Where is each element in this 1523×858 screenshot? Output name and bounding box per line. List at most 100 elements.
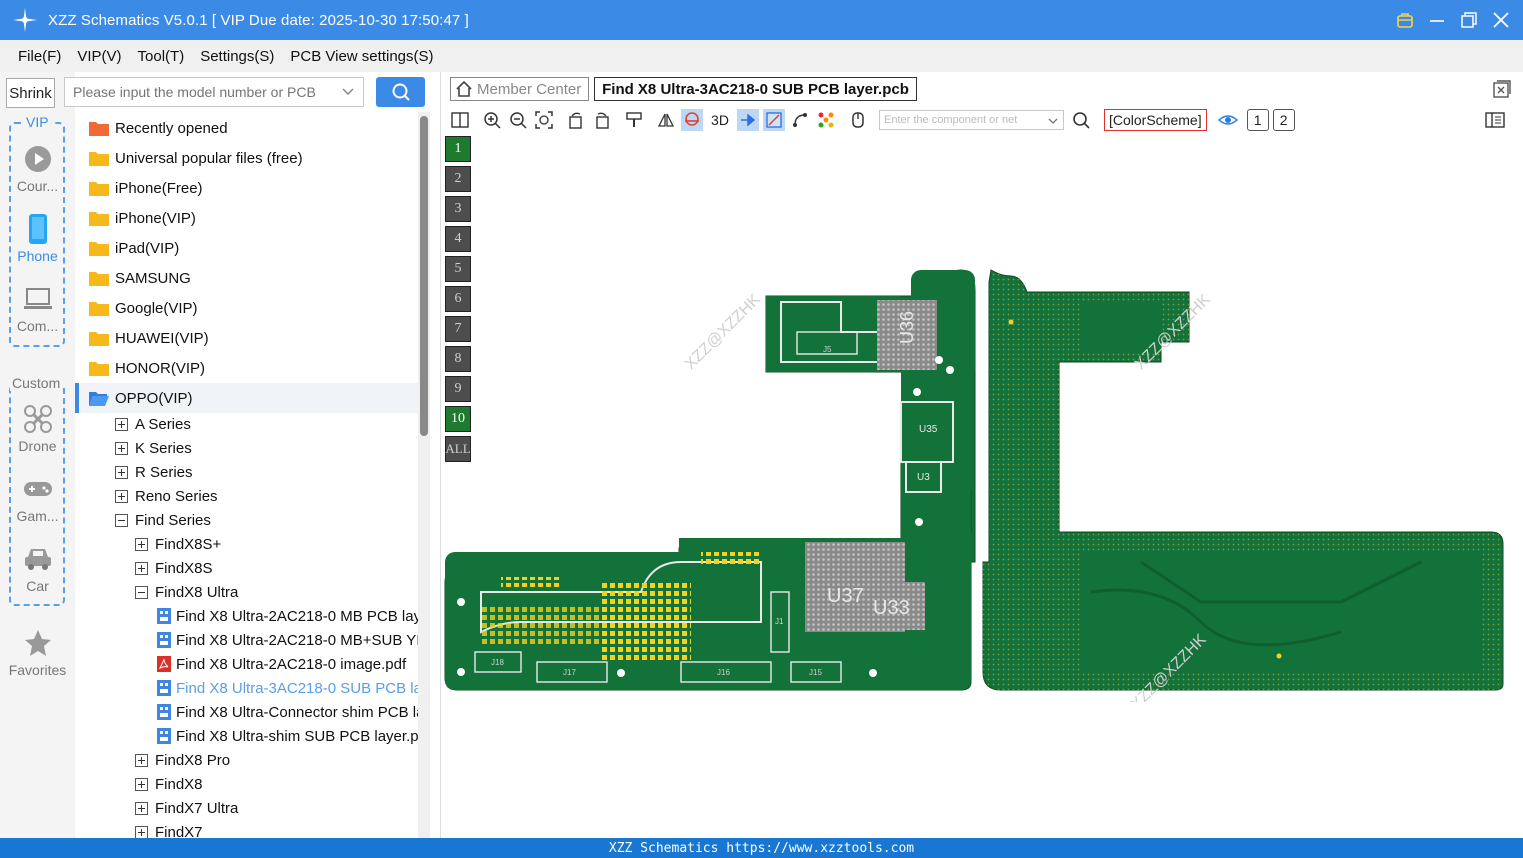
tree-category[interactable]: iPhone(VIP)	[75, 203, 418, 233]
zoom-out-icon[interactable]	[507, 109, 529, 131]
layer-button-2[interactable]: 2	[445, 166, 471, 192]
tree-label: FindX7	[155, 823, 203, 839]
pcb-canvas[interactable]: U36 U35 U3 U37 U33 J5 J17 J18 J16 J15 J1	[441, 262, 1523, 702]
eye-icon[interactable]	[1217, 109, 1239, 131]
board-outline-icon[interactable]	[763, 109, 785, 131]
layer-button-1[interactable]: 1	[445, 136, 471, 162]
component-search-icon[interactable]	[1070, 109, 1092, 131]
expand-icon[interactable]	[135, 777, 148, 791]
collapse-icon[interactable]	[135, 585, 148, 599]
tree-node[interactable]: Find Series	[75, 508, 418, 532]
tree-file[interactable]: Find X8 Ultra-shim SUB PCB layer.pcl	[75, 724, 418, 748]
tree-node[interactable]: FindX8S	[75, 556, 418, 580]
sidebar-item-car[interactable]: Car	[0, 544, 75, 606]
tab-current-file[interactable]: Find X8 Ultra-3AC218-0 SUB PCB layer.pcb	[594, 77, 917, 101]
menu-file[interactable]: File(F)	[10, 48, 69, 65]
menu-settings[interactable]: Settings(S)	[192, 48, 282, 65]
tree-category[interactable]: Google(VIP)	[75, 293, 418, 323]
expand-icon[interactable]	[115, 465, 128, 479]
paint-brush-icon[interactable]	[623, 109, 645, 131]
tree-node[interactable]: FindX8	[75, 772, 418, 796]
tree-category-selected[interactable]: OPPO(VIP)	[75, 383, 418, 413]
restore-icon[interactable]	[1459, 10, 1479, 30]
chevron-down-icon[interactable]	[340, 84, 356, 100]
sidebar-item-courses[interactable]: Cour...	[0, 144, 75, 206]
expand-icon[interactable]	[115, 489, 128, 503]
tree-node[interactable]: R Series	[75, 460, 418, 484]
tree-node[interactable]: K Series	[75, 436, 418, 460]
expand-icon[interactable]	[135, 801, 148, 815]
layer-button-3[interactable]: 3	[445, 196, 471, 222]
tree-label: iPhone(Free)	[115, 179, 203, 197]
expand-icon[interactable]	[135, 537, 148, 551]
page-1-button[interactable]: 1	[1246, 109, 1269, 131]
chevron-down-icon[interactable]	[1047, 115, 1059, 127]
tree-category[interactable]: HUAWEI(VIP)	[75, 323, 418, 353]
laptop-icon	[23, 284, 53, 314]
tree-file[interactable]: Find X8 Ultra-2AC218-0 image.pdf	[75, 652, 418, 676]
expand-icon[interactable]	[135, 753, 148, 767]
trace-icon[interactable]	[789, 109, 811, 131]
tab-member-center[interactable]: Member Center	[450, 77, 589, 101]
net-highlight-icon[interactable]	[681, 109, 703, 131]
vip-bag-icon[interactable]	[1395, 10, 1415, 30]
tree-label: HUAWEI(VIP)	[115, 329, 209, 347]
mirror-icon[interactable]	[655, 109, 677, 131]
tree-category[interactable]: iPad(VIP)	[75, 233, 418, 263]
menu-pcb-view-settings[interactable]: PCB View settings(S)	[282, 48, 441, 65]
component-search-input[interactable]: Enter the component or net	[879, 110, 1064, 130]
expand-icon[interactable]	[115, 417, 128, 431]
layer-button-4[interactable]: 4	[445, 226, 471, 252]
color-scheme-button[interactable]: [ColorScheme]	[1104, 109, 1207, 131]
tree-file[interactable]: Find X8 Ultra-Connector shim PCB la	[75, 700, 418, 724]
tree-category[interactable]: SAMSUNG	[75, 263, 418, 293]
tree-label: Find X8 Ultra-shim SUB PCB layer.pcl	[176, 727, 418, 745]
tree-file[interactable]: Find X8 Ultra-2AC218-0 MB+SUB YID	[75, 628, 418, 652]
sidebar-item-favorites[interactable]: Favorites	[0, 628, 75, 690]
tree-file-active[interactable]: Find X8 Ultra-3AC218-0 SUB PCB lay	[75, 676, 418, 700]
tree-scrollbar[interactable]	[418, 112, 430, 838]
tree-node[interactable]: FindX7	[75, 820, 418, 838]
sidebar-item-games[interactable]: Gam...	[0, 474, 75, 536]
close-icon[interactable]	[1491, 10, 1511, 30]
fit-view-icon[interactable]	[533, 109, 555, 131]
tree-node[interactable]: FindX8 Pro	[75, 748, 418, 772]
menu-vip[interactable]: VIP(V)	[69, 48, 129, 65]
tree-category[interactable]: HONOR(VIP)	[75, 353, 418, 383]
shrink-button[interactable]: Shrink	[6, 78, 55, 108]
rotate-right-icon[interactable]	[591, 109, 613, 131]
collapse-icon[interactable]	[115, 513, 128, 527]
components-color-icon[interactable]	[815, 109, 837, 131]
tree-file[interactable]: Find X8 Ultra-2AC218-0 MB PCB laye	[75, 604, 418, 628]
sidebar-item-drone[interactable]: Drone	[0, 404, 75, 466]
split-view-icon[interactable]	[449, 109, 471, 131]
tree-node[interactable]: FindX7 Ultra	[75, 796, 418, 820]
search-input[interactable]	[64, 77, 364, 107]
tree-category[interactable]: iPhone(Free)	[75, 173, 418, 203]
page-2-button[interactable]: 2	[1272, 109, 1295, 131]
close-tabs-icon[interactable]	[1493, 80, 1511, 98]
search-button[interactable]	[376, 77, 425, 107]
tree-category[interactable]: Recently opened	[75, 113, 418, 143]
expand-icon[interactable]	[135, 825, 148, 838]
3d-view-button[interactable]: 3D	[707, 109, 733, 131]
menu-tool[interactable]: Tool(T)	[130, 48, 193, 65]
expand-icon[interactable]	[115, 441, 128, 455]
minimize-icon[interactable]	[1427, 10, 1447, 30]
tree-node[interactable]: FindX8S+	[75, 532, 418, 556]
hand-tool-icon[interactable]	[847, 109, 869, 131]
rotate-left-icon[interactable]	[565, 109, 587, 131]
tree-node[interactable]: Reno Series	[75, 484, 418, 508]
pin-arrow-icon[interactable]	[737, 109, 759, 131]
sub-board-right[interactable]	[982, 269, 1504, 691]
sidebar-item-phone[interactable]: Phone	[0, 214, 75, 276]
pcb-toolbar: 3D Enter the component or net [ColorSche…	[441, 106, 1523, 134]
expand-icon[interactable]	[135, 561, 148, 575]
sidebar-item-computer[interactable]: Com...	[0, 284, 75, 346]
tree-category[interactable]: Universal popular files (free)	[75, 143, 418, 173]
tree-node[interactable]: FindX8 Ultra	[75, 580, 418, 604]
tree-node[interactable]: A Series	[75, 412, 418, 436]
zoom-in-icon[interactable]	[481, 109, 503, 131]
side-panel-toggle-icon[interactable]	[1484, 109, 1506, 131]
scrollbar-thumb[interactable]	[420, 116, 428, 436]
